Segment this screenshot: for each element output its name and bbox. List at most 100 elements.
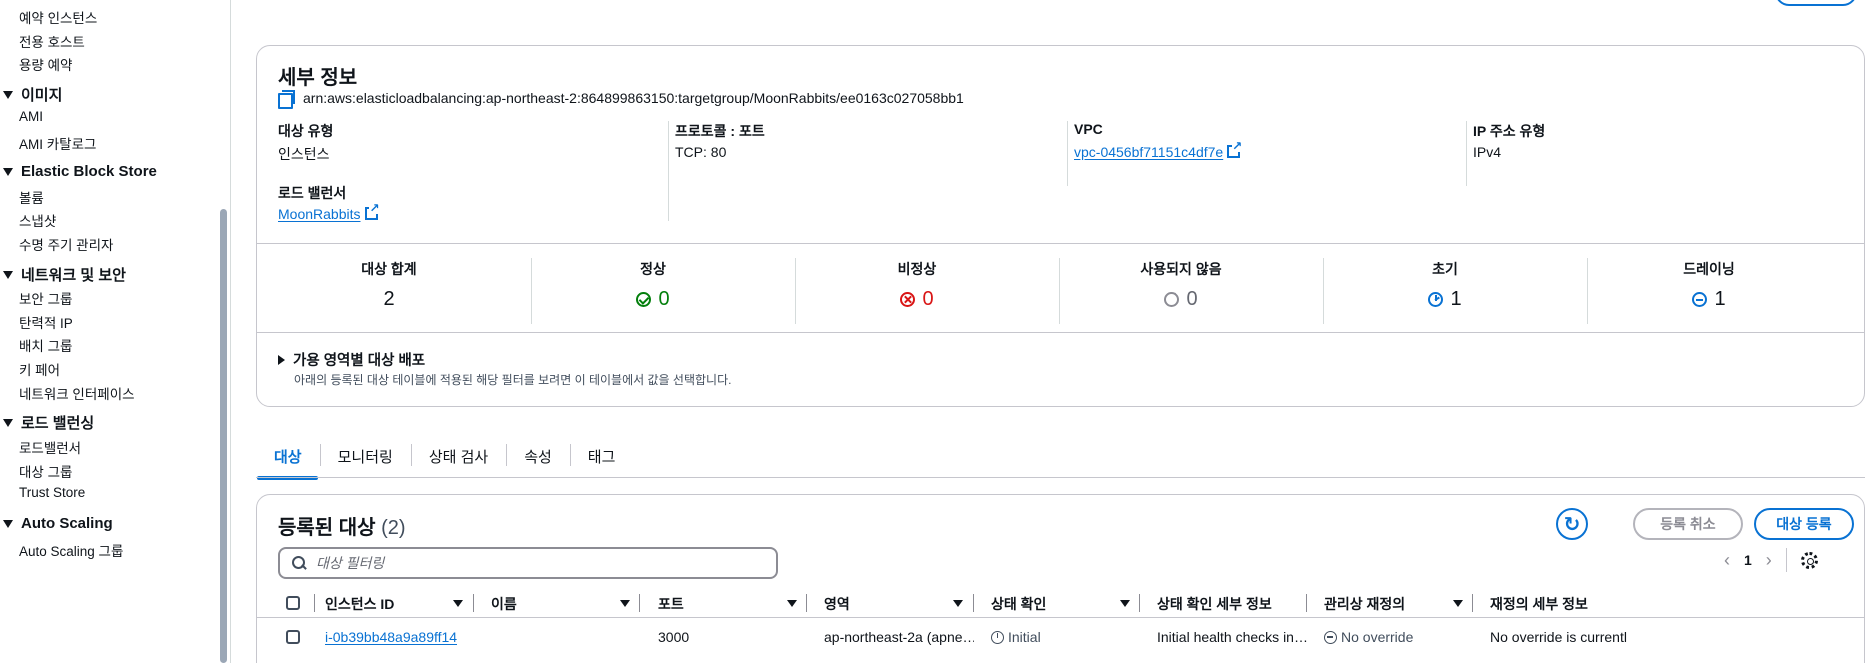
caret-right-icon — [278, 354, 285, 365]
col-zone[interactable]: 영역 — [824, 594, 850, 614]
sidebar-item-trust-store[interactable]: Trust Store — [19, 485, 85, 500]
target-filter-input[interactable] — [316, 555, 756, 571]
cell-health-details: Initial health checks in… — [1157, 629, 1307, 645]
pagination: ‹ 1 › — [1724, 548, 1818, 572]
copy-icon[interactable] — [278, 90, 295, 109]
column-divider — [1466, 121, 1467, 186]
stat-unhealthy[interactable]: 비정상 0 — [785, 259, 1049, 311]
select-all-checkbox[interactable] — [286, 596, 300, 610]
tab-health-checks[interactable]: 상태 검사 — [410, 434, 506, 478]
load-balancer-link[interactable]: MoonRabbits — [278, 202, 380, 222]
sidebar-item-capacity-reservations[interactable]: 용량 예약 — [19, 54, 72, 74]
sidebar-group-label: Auto Scaling — [21, 515, 113, 532]
sidebar-item-target-groups[interactable]: 대상 그룹 — [19, 461, 72, 481]
sidebar-group-network-security[interactable]: 네트워크 및 보안 — [0, 264, 126, 285]
ip-type-label: IP 주소 유형 — [1473, 123, 1546, 139]
load-balancer-label: 로드 밸런서 — [278, 185, 347, 201]
sidebar-item-security-groups[interactable]: 보안 그룹 — [19, 288, 72, 308]
cell-override-details: No override is currentl — [1490, 629, 1627, 645]
col-instance-id[interactable]: 인스턴스 ID — [325, 594, 394, 614]
sidebar-item-snapshots[interactable]: 스냅샷 — [19, 210, 56, 230]
stat-label: 비정상 — [897, 261, 937, 277]
stat-healthy[interactable]: 정상 0 — [521, 259, 785, 311]
column-divider — [1472, 594, 1473, 612]
sidebar-scrollbar[interactable] — [220, 209, 227, 663]
sidebar-group-label: 네트워크 및 보안 — [21, 267, 126, 284]
sort-icon[interactable] — [953, 600, 963, 607]
column-divider — [314, 594, 315, 612]
stat-initial[interactable]: 초기 1 — [1313, 259, 1577, 311]
sidebar-item-elastic-ips[interactable]: 탄력적 IP — [19, 312, 73, 332]
top-action-button[interactable] — [1775, 0, 1857, 6]
vpc-link[interactable]: vpc-0456bf71151c4df7e — [1074, 140, 1243, 160]
success-icon — [636, 292, 652, 307]
table-row[interactable]: i-0b39bb48a9a89ff14 3000 ap-northeast-2a… — [257, 619, 1865, 657]
deregister-button[interactable]: 등록 취소 — [1633, 508, 1743, 540]
stat-value: 0 — [1186, 288, 1198, 310]
row-checkbox[interactable] — [286, 630, 300, 644]
sidebar-item-dedicated-hosts[interactable]: 전용 호스트 — [19, 31, 85, 51]
load-balancer-link-text[interactable]: MoonRabbits — [278, 206, 361, 222]
sidebar-group-load-balancing[interactable]: 로드 밸런싱 — [0, 412, 94, 433]
register-targets-button[interactable]: 대상 등록 — [1754, 508, 1854, 540]
sort-icon[interactable] — [620, 600, 630, 607]
stat-unused[interactable]: 사용되지 않음 0 — [1049, 259, 1313, 311]
drain-icon — [1692, 292, 1708, 307]
sidebar-item-auto-scaling-groups[interactable]: Auto Scaling 그룹 — [19, 540, 123, 560]
refresh-button[interactable]: ↻ — [1556, 508, 1588, 540]
tab-monitoring[interactable]: 모니터링 — [319, 434, 411, 478]
col-admin-override[interactable]: 관리상 재정의 — [1324, 594, 1405, 614]
stat-draining[interactable]: 드레이닝 1 — [1577, 259, 1841, 311]
sidebar-item-ami-catalog[interactable]: AMI 카탈로그 — [19, 133, 96, 153]
az-distribution-toggle[interactable]: 가용 영역별 대상 배포 — [278, 349, 425, 370]
chevron-left-icon[interactable]: ‹ — [1724, 550, 1730, 571]
target-filter[interactable] — [278, 547, 778, 579]
sidebar-scroll-area: 예약 인스턴스 전용 호스트 용량 예약 이미지 AMI AMI 카탈로그 El… — [0, 0, 220, 663]
tab-bar: 대상 모니터링 상태 검사 속성 태그 — [256, 434, 634, 480]
column-divider — [639, 594, 640, 612]
stat-label: 정상 — [640, 261, 666, 277]
gear-icon[interactable] — [1800, 551, 1818, 569]
minus-circle-icon — [1324, 630, 1337, 644]
stat-value: 1 — [1450, 288, 1462, 310]
stat-value: 2 — [383, 288, 395, 310]
sidebar-item-network-interfaces[interactable]: 네트워크 인터페이스 — [19, 383, 135, 403]
sort-icon[interactable] — [453, 600, 463, 607]
sidebar-group-ebs[interactable]: Elastic Block Store — [0, 163, 157, 180]
sidebar-item-lifecycle-manager[interactable]: 수명 주기 관리자 — [19, 234, 113, 254]
sidebar-item-load-balancers[interactable]: 로드밸런서 — [19, 437, 81, 457]
col-override-details[interactable]: 재정의 세부 정보 — [1490, 594, 1588, 614]
sort-icon[interactable] — [1453, 600, 1463, 607]
sidebar-item-volumes[interactable]: 볼륨 — [19, 187, 44, 207]
sidebar-group-auto-scaling[interactable]: Auto Scaling — [0, 515, 113, 532]
chevron-right-icon[interactable]: › — [1766, 550, 1772, 571]
sidebar-item-placement-groups[interactable]: 배치 그룹 — [19, 335, 72, 355]
sidebar-item-ami[interactable]: AMI — [19, 109, 43, 124]
sidebar-item-key-pairs[interactable]: 키 페어 — [19, 359, 60, 379]
sort-icon[interactable] — [787, 600, 797, 607]
external-link-icon — [1227, 140, 1243, 158]
stat-value: 1 — [1714, 288, 1726, 310]
stat-total[interactable]: 대상 합계 2 — [257, 259, 521, 311]
clock-icon — [1428, 292, 1444, 307]
instance-id-link[interactable]: i-0b39bb48a9a89ff14 — [325, 629, 457, 645]
tab-targets[interactable]: 대상 — [256, 434, 320, 480]
col-name[interactable]: 이름 — [491, 594, 517, 614]
current-page[interactable]: 1 — [1744, 552, 1752, 568]
vpc-link-text[interactable]: vpc-0456bf71151c4df7e — [1074, 144, 1223, 160]
table-header: 인스턴스 ID 이름 포트 영역 상태 확인 상태 확인 세부 정보 관리상 재… — [257, 588, 1865, 618]
tab-attributes[interactable]: 속성 — [506, 434, 570, 478]
col-health-status[interactable]: 상태 확인 — [991, 594, 1046, 614]
sidebar-group-label: 이미지 — [21, 87, 63, 104]
column-divider — [1139, 594, 1140, 612]
cell-port: 3000 — [658, 629, 690, 645]
sidebar-item-reserved-instances[interactable]: 예약 인스턴스 — [19, 7, 97, 27]
stat-label: 드레이닝 — [1683, 261, 1735, 277]
sort-icon[interactable] — [1120, 600, 1130, 607]
sidebar: 예약 인스턴스 전용 호스트 용량 예약 이미지 AMI AMI 카탈로그 El… — [0, 0, 231, 663]
col-port[interactable]: 포트 — [658, 594, 684, 614]
sidebar-group-images[interactable]: 이미지 — [0, 84, 62, 105]
col-health-details[interactable]: 상태 확인 세부 정보 — [1157, 594, 1272, 614]
stat-value: 0 — [922, 288, 934, 310]
tab-tags[interactable]: 태그 — [569, 434, 634, 478]
